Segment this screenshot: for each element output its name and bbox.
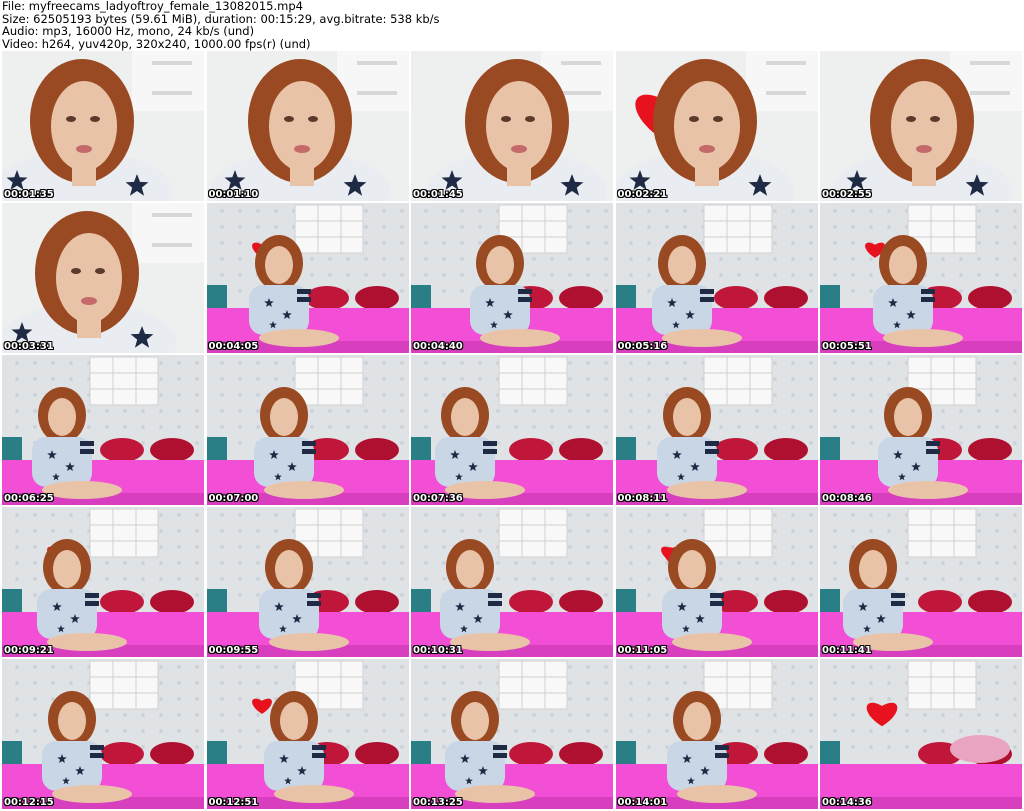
thumbnail-timestamp: 00:07:00 [208, 493, 259, 504]
thumbnail-timestamp: 00:10:31 [413, 645, 463, 656]
video-info-line: Video: h264, yuv420p, 320x240, 1000.00 f… [2, 36, 311, 51]
thumbnail-timestamp: 00:09:21 [4, 645, 54, 656]
thumbnail-timestamp: 00:02:21 [617, 189, 668, 200]
thumbnail-image [2, 51, 204, 201]
thumbnail-image [820, 203, 1022, 353]
thumbnail-image [411, 51, 613, 201]
thumbnail-frame: 00:04:40 [411, 203, 613, 353]
thumbnail-frame: 00:01:45 [411, 51, 613, 201]
file-info-header: File: myfreecams_ladyoftroy_female_13082… [2, 0, 440, 50]
thumbnail-timestamp: 00:03:31 [4, 341, 54, 352]
thumbnail-frame: 00:05:16 [615, 203, 818, 353]
file-name-line: File: myfreecams_ladyoftroy_female_13082… [2, 0, 303, 13]
thumbnail-timestamp: 00:08:11 [617, 493, 668, 504]
thumbnail-timestamp: 00:01:45 [413, 189, 463, 200]
thumbnail-frame: 00:05:51 [820, 203, 1022, 353]
thumbnail-image [411, 355, 613, 505]
thumbnail-timestamp: 00:04:05 [208, 341, 259, 352]
thumbnail-image [206, 203, 409, 353]
thumbnail-frame: 00:01:10 [206, 51, 409, 201]
thumbnail-frame: 00:02:21 [615, 51, 818, 201]
thumbnail-frame: 00:03:31 [2, 203, 204, 353]
thumbnail-image [820, 659, 1022, 809]
thumbnail-image [2, 355, 204, 505]
thumbnail-grid: 00:01:35 00:01:10 00:01:45 00:02:21 00:02:55… [2, 51, 1022, 809]
thumbnail-timestamp: 00:11:41 [822, 645, 872, 656]
thumbnail-frame: 00:12:15 [2, 659, 204, 809]
thumbnail-frame: 00:11:41 [820, 507, 1022, 657]
thumbnail-frame: 00:11:05 [615, 507, 818, 657]
thumbnail-timestamp: 00:01:10 [208, 189, 259, 200]
thumbnail-image [206, 659, 409, 809]
thumbnail-image [615, 51, 818, 201]
thumbnail-frame: 00:02:55 [820, 51, 1022, 201]
thumbnail-frame: 00:07:00 [206, 355, 409, 505]
thumbnail-frame: 00:08:11 [615, 355, 818, 505]
thumbnail-timestamp: 00:14:36 [822, 797, 872, 808]
thumbnail-image [2, 507, 204, 657]
thumbnail-timestamp: 00:12:51 [208, 797, 259, 808]
thumbnail-timestamp: 00:07:36 [413, 493, 463, 504]
thumbnail-frame: 00:01:35 [2, 51, 204, 201]
thumbnail-timestamp: 00:09:55 [208, 645, 259, 656]
thumbnail-timestamp: 00:05:16 [617, 341, 668, 352]
thumbnail-image [206, 355, 409, 505]
thumbnail-image [615, 355, 818, 505]
thumbnail-image [206, 51, 409, 201]
thumbnail-image [411, 659, 613, 809]
thumbnail-frame: 00:06:25 [2, 355, 204, 505]
thumbnail-frame: 00:12:51 [206, 659, 409, 809]
thumbnail-image [411, 507, 613, 657]
thumbnail-image [615, 507, 818, 657]
thumbnail-frame: 00:14:36 [820, 659, 1022, 809]
thumbnail-timestamp: 00:08:46 [822, 493, 872, 504]
thumbnail-timestamp: 00:05:51 [822, 341, 872, 352]
thumbnail-timestamp: 00:01:35 [4, 189, 54, 200]
thumbnail-frame: 00:09:55 [206, 507, 409, 657]
audio-info-line: Audio: mp3, 16000 Hz, mono, 24 kb/s (und… [2, 24, 255, 38]
thumbnail-timestamp: 00:12:15 [4, 797, 54, 808]
thumbnail-timestamp: 00:11:05 [617, 645, 668, 656]
thumbnail-frame: 00:09:21 [2, 507, 204, 657]
thumbnail-frame: 00:04:05 [206, 203, 409, 353]
thumbnail-image [2, 203, 204, 353]
thumbnail-timestamp: 00:14:01 [617, 797, 668, 808]
thumbnail-frame: 00:08:46 [820, 355, 1022, 505]
thumbnail-image [206, 507, 409, 657]
thumbnail-image [411, 203, 613, 353]
thumbnail-image [2, 659, 204, 809]
thumbnail-frame: 00:13:25 [411, 659, 613, 809]
thumbnail-timestamp: 00:02:55 [822, 189, 872, 200]
thumbnail-frame: 00:10:31 [411, 507, 613, 657]
thumbnail-timestamp: 00:13:25 [413, 797, 463, 808]
thumbnail-image [820, 355, 1022, 505]
thumbnail-image [820, 507, 1022, 657]
thumbnail-image [820, 51, 1022, 201]
thumbnail-frame: 00:07:36 [411, 355, 613, 505]
thumbnail-timestamp: 00:04:40 [413, 341, 463, 352]
thumbnail-timestamp: 00:06:25 [4, 493, 54, 504]
thumbnail-frame: 00:14:01 [615, 659, 818, 809]
thumbnail-image [615, 659, 818, 809]
thumbnail-image [615, 203, 818, 353]
